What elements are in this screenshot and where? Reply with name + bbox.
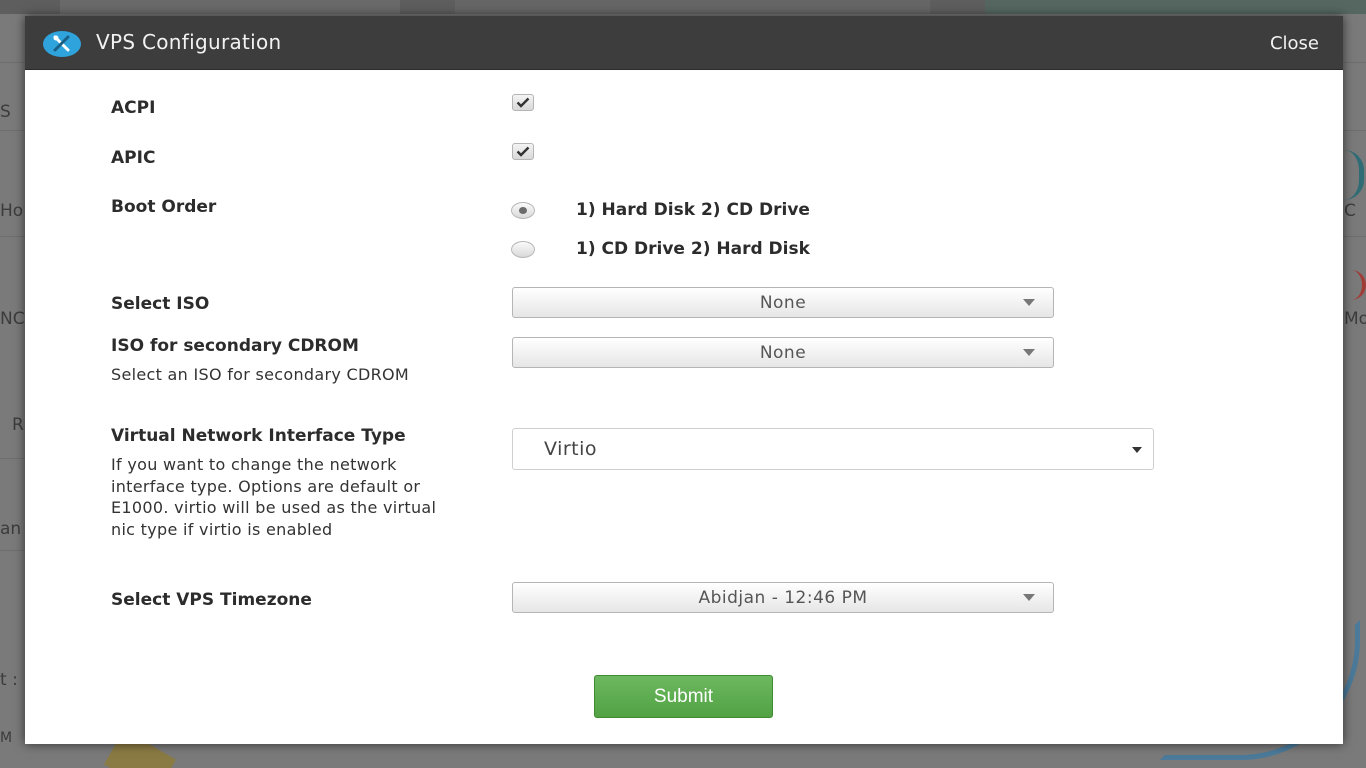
checkmark-icon — [516, 146, 530, 157]
boot-order-option-label[interactable]: 1) CD Drive 2) Hard Disk — [576, 239, 810, 259]
timezone-label: Select VPS Timezone — [111, 590, 312, 610]
background-text: t : — [0, 670, 18, 690]
apic-label: APIC — [111, 148, 156, 168]
chevron-down-icon — [1023, 594, 1035, 601]
background-text: Ho — [0, 201, 24, 221]
background-text: R — [12, 415, 24, 435]
secondary-iso-label: ISO for secondary CDROM — [111, 336, 359, 356]
nic-type-help: If you want to change the network interf… — [111, 455, 437, 539]
secondary-iso-help: Select an ISO for secondary CDROM — [111, 365, 410, 384]
select-iso-dropdown[interactable]: None — [512, 287, 1054, 318]
submit-button[interactable]: Submit — [594, 675, 773, 718]
acpi-checkbox[interactable] — [512, 94, 534, 111]
chevron-down-icon — [1023, 299, 1035, 306]
checkmark-icon — [516, 97, 530, 108]
nic-type-label: Virtual Network Interface Type — [111, 426, 406, 446]
boot-order-radio-cd-first[interactable] — [511, 241, 535, 258]
dialog-title: VPS Configuration — [96, 30, 282, 54]
background-text: an — [0, 519, 22, 539]
nic-type-select[interactable]: Virtio — [512, 428, 1154, 470]
background-logo — [1342, 150, 1364, 200]
boot-order-radio-hdd-first[interactable] — [511, 202, 535, 219]
background-text: NC — [0, 309, 25, 329]
secondary-iso-dropdown[interactable]: None — [512, 337, 1054, 368]
timezone-value: Abidjan - 12:46 PM — [698, 588, 868, 608]
chevron-down-icon — [1132, 447, 1142, 453]
vps-configuration-dialog: VPS Configuration Close ACPI APIC Boot O… — [25, 16, 1343, 744]
acpi-label: ACPI — [111, 98, 156, 118]
select-iso-label: Select ISO — [111, 294, 210, 314]
background-text: S — [0, 102, 11, 122]
boot-order-option-label[interactable]: 1) Hard Disk 2) CD Drive — [576, 200, 810, 220]
apic-checkbox[interactable] — [512, 143, 534, 160]
dialog-header: VPS Configuration Close — [25, 16, 1343, 70]
secondary-iso-value: None — [759, 343, 807, 363]
background-text: Mo — [1344, 309, 1366, 329]
boot-order-label: Boot Order — [111, 197, 217, 217]
background-text: M — [0, 730, 13, 746]
chevron-down-icon — [1023, 349, 1035, 356]
nic-type-value: Virtio — [544, 438, 598, 460]
background-text: C — [1344, 201, 1356, 221]
select-iso-value: None — [759, 293, 807, 313]
timezone-dropdown[interactable]: Abidjan - 12:46 PM — [512, 582, 1054, 613]
background-top-bar — [0, 0, 1366, 14]
background-logo — [1346, 270, 1366, 300]
close-button[interactable]: Close — [1270, 33, 1319, 54]
tools-icon — [43, 31, 81, 57]
